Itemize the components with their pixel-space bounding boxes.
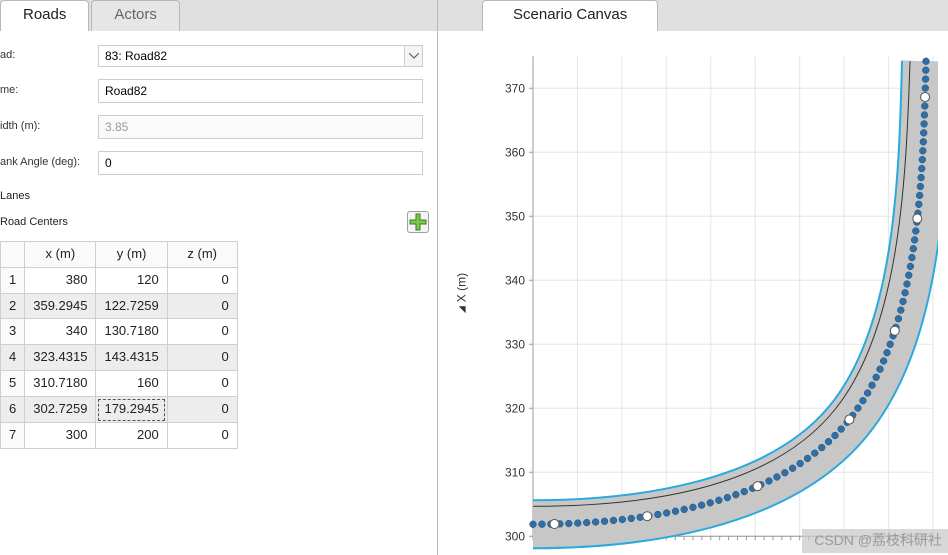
bank-input[interactable] [98, 151, 423, 175]
cell[interactable]: 0 [167, 371, 237, 397]
row-index[interactable]: 2 [1, 293, 25, 319]
cell[interactable]: 300 [25, 423, 96, 449]
cell[interactable]: 0 [167, 293, 237, 319]
cell[interactable]: 179.2945 [96, 397, 167, 423]
cell[interactable]: 200 [96, 423, 167, 449]
bank-row: ank Angle (deg): [0, 151, 437, 175]
scenario-plot[interactable]: 370 360 350 340 330 320 310 300 [478, 39, 938, 554]
row-index[interactable]: 3 [1, 319, 25, 345]
table-row[interactable]: 6302.7259179.29450 [1, 397, 238, 423]
plus-icon [409, 213, 427, 231]
centers-section: Road Centers [0, 209, 437, 235]
watermark: CSDN @荔枝科研社 [802, 529, 948, 553]
table-corner [1, 241, 25, 267]
cell[interactable]: 160 [96, 371, 167, 397]
cell[interactable]: 302.7259 [25, 397, 96, 423]
road-select-value[interactable] [98, 45, 405, 67]
lanes-section: Lanes [0, 187, 437, 205]
app-root: Roads Actors ad: me: idth (m): [0, 0, 948, 555]
cell[interactable]: 0 [167, 345, 237, 371]
road-label: ad: [0, 48, 98, 62]
roads-panel-body: ad: me: idth (m): ank Angle (deg): [0, 31, 437, 555]
cell[interactable]: 120 [96, 267, 167, 293]
svg-text:300: 300 [505, 529, 525, 543]
svg-text:370: 370 [505, 81, 525, 95]
lanes-label: Lanes [0, 189, 30, 203]
cell[interactable]: 122.7259 [96, 293, 167, 319]
cell[interactable]: 0 [167, 267, 237, 293]
col-x[interactable]: x (m) [25, 241, 96, 267]
cell[interactable]: 143.4315 [96, 345, 167, 371]
cell[interactable]: 340 [25, 319, 96, 345]
table-row[interactable]: 5310.71801600 [1, 371, 238, 397]
row-index[interactable]: 1 [1, 267, 25, 293]
name-row: me: [0, 79, 437, 103]
tab-scenario-canvas[interactable]: Scenario Canvas [482, 0, 658, 31]
canvas-area[interactable]: ◢ X (m) 370 360 350 340 330 320 310 300 CSDN @荔… [438, 31, 948, 555]
table-row[interactable]: 4323.4315143.43150 [1, 345, 238, 371]
svg-text:340: 340 [505, 273, 525, 287]
width-label: idth (m): [0, 119, 98, 133]
cell[interactable]: 0 [167, 397, 237, 423]
tab-actors[interactable]: Actors [91, 0, 180, 31]
axis-up-icon: ◢ [456, 306, 468, 313]
row-index[interactable]: 6 [1, 397, 25, 423]
right-tabs: Scenario Canvas [438, 0, 948, 31]
table-row[interactable]: 3340130.71800 [1, 319, 238, 345]
cell[interactable]: 0 [167, 319, 237, 345]
table-row[interactable]: 13801200 [1, 267, 238, 293]
col-y[interactable]: y (m) [96, 241, 167, 267]
centers-label: Road Centers [0, 215, 68, 229]
tab-roads[interactable]: Roads [0, 0, 89, 31]
svg-text:360: 360 [505, 145, 525, 159]
row-index[interactable]: 7 [1, 423, 25, 449]
cell[interactable]: 323.4315 [25, 345, 96, 371]
left-tabs: Roads Actors [0, 0, 437, 31]
add-center-button[interactable] [407, 211, 429, 233]
cell[interactable]: 359.2945 [25, 293, 96, 319]
left-panel: Roads Actors ad: me: idth (m): [0, 0, 438, 555]
road-select[interactable] [98, 45, 423, 67]
width-input [98, 115, 423, 139]
name-input[interactable] [98, 79, 423, 103]
svg-text:350: 350 [505, 209, 525, 223]
row-index[interactable]: 4 [1, 345, 25, 371]
bank-label: ank Angle (deg): [0, 155, 98, 169]
y-axis-label: ◢ X (m) [454, 273, 470, 313]
table-row[interactable]: 2359.2945122.72590 [1, 293, 238, 319]
svg-text:320: 320 [505, 401, 525, 415]
right-panel: Scenario Canvas ◢ X (m) 3703603503403303… [438, 0, 948, 555]
table-header-row: x (m) y (m) z (m) [1, 241, 238, 267]
width-row: idth (m): [0, 115, 437, 139]
cell[interactable]: 310.7180 [25, 371, 96, 397]
centers-table[interactable]: x (m) y (m) z (m) 138012002359.2945122.7… [0, 241, 238, 449]
cell[interactable]: 130.7180 [96, 319, 167, 345]
name-label: me: [0, 83, 98, 97]
row-index[interactable]: 5 [1, 371, 25, 397]
table-row[interactable]: 73002000 [1, 423, 238, 449]
road-row: ad: [0, 45, 437, 67]
chevron-down-icon[interactable] [405, 45, 423, 67]
cell[interactable]: 380 [25, 267, 96, 293]
col-z[interactable]: z (m) [167, 241, 237, 267]
svg-text:330: 330 [505, 337, 525, 351]
svg-text:310: 310 [505, 465, 525, 479]
cell[interactable]: 0 [167, 423, 237, 449]
